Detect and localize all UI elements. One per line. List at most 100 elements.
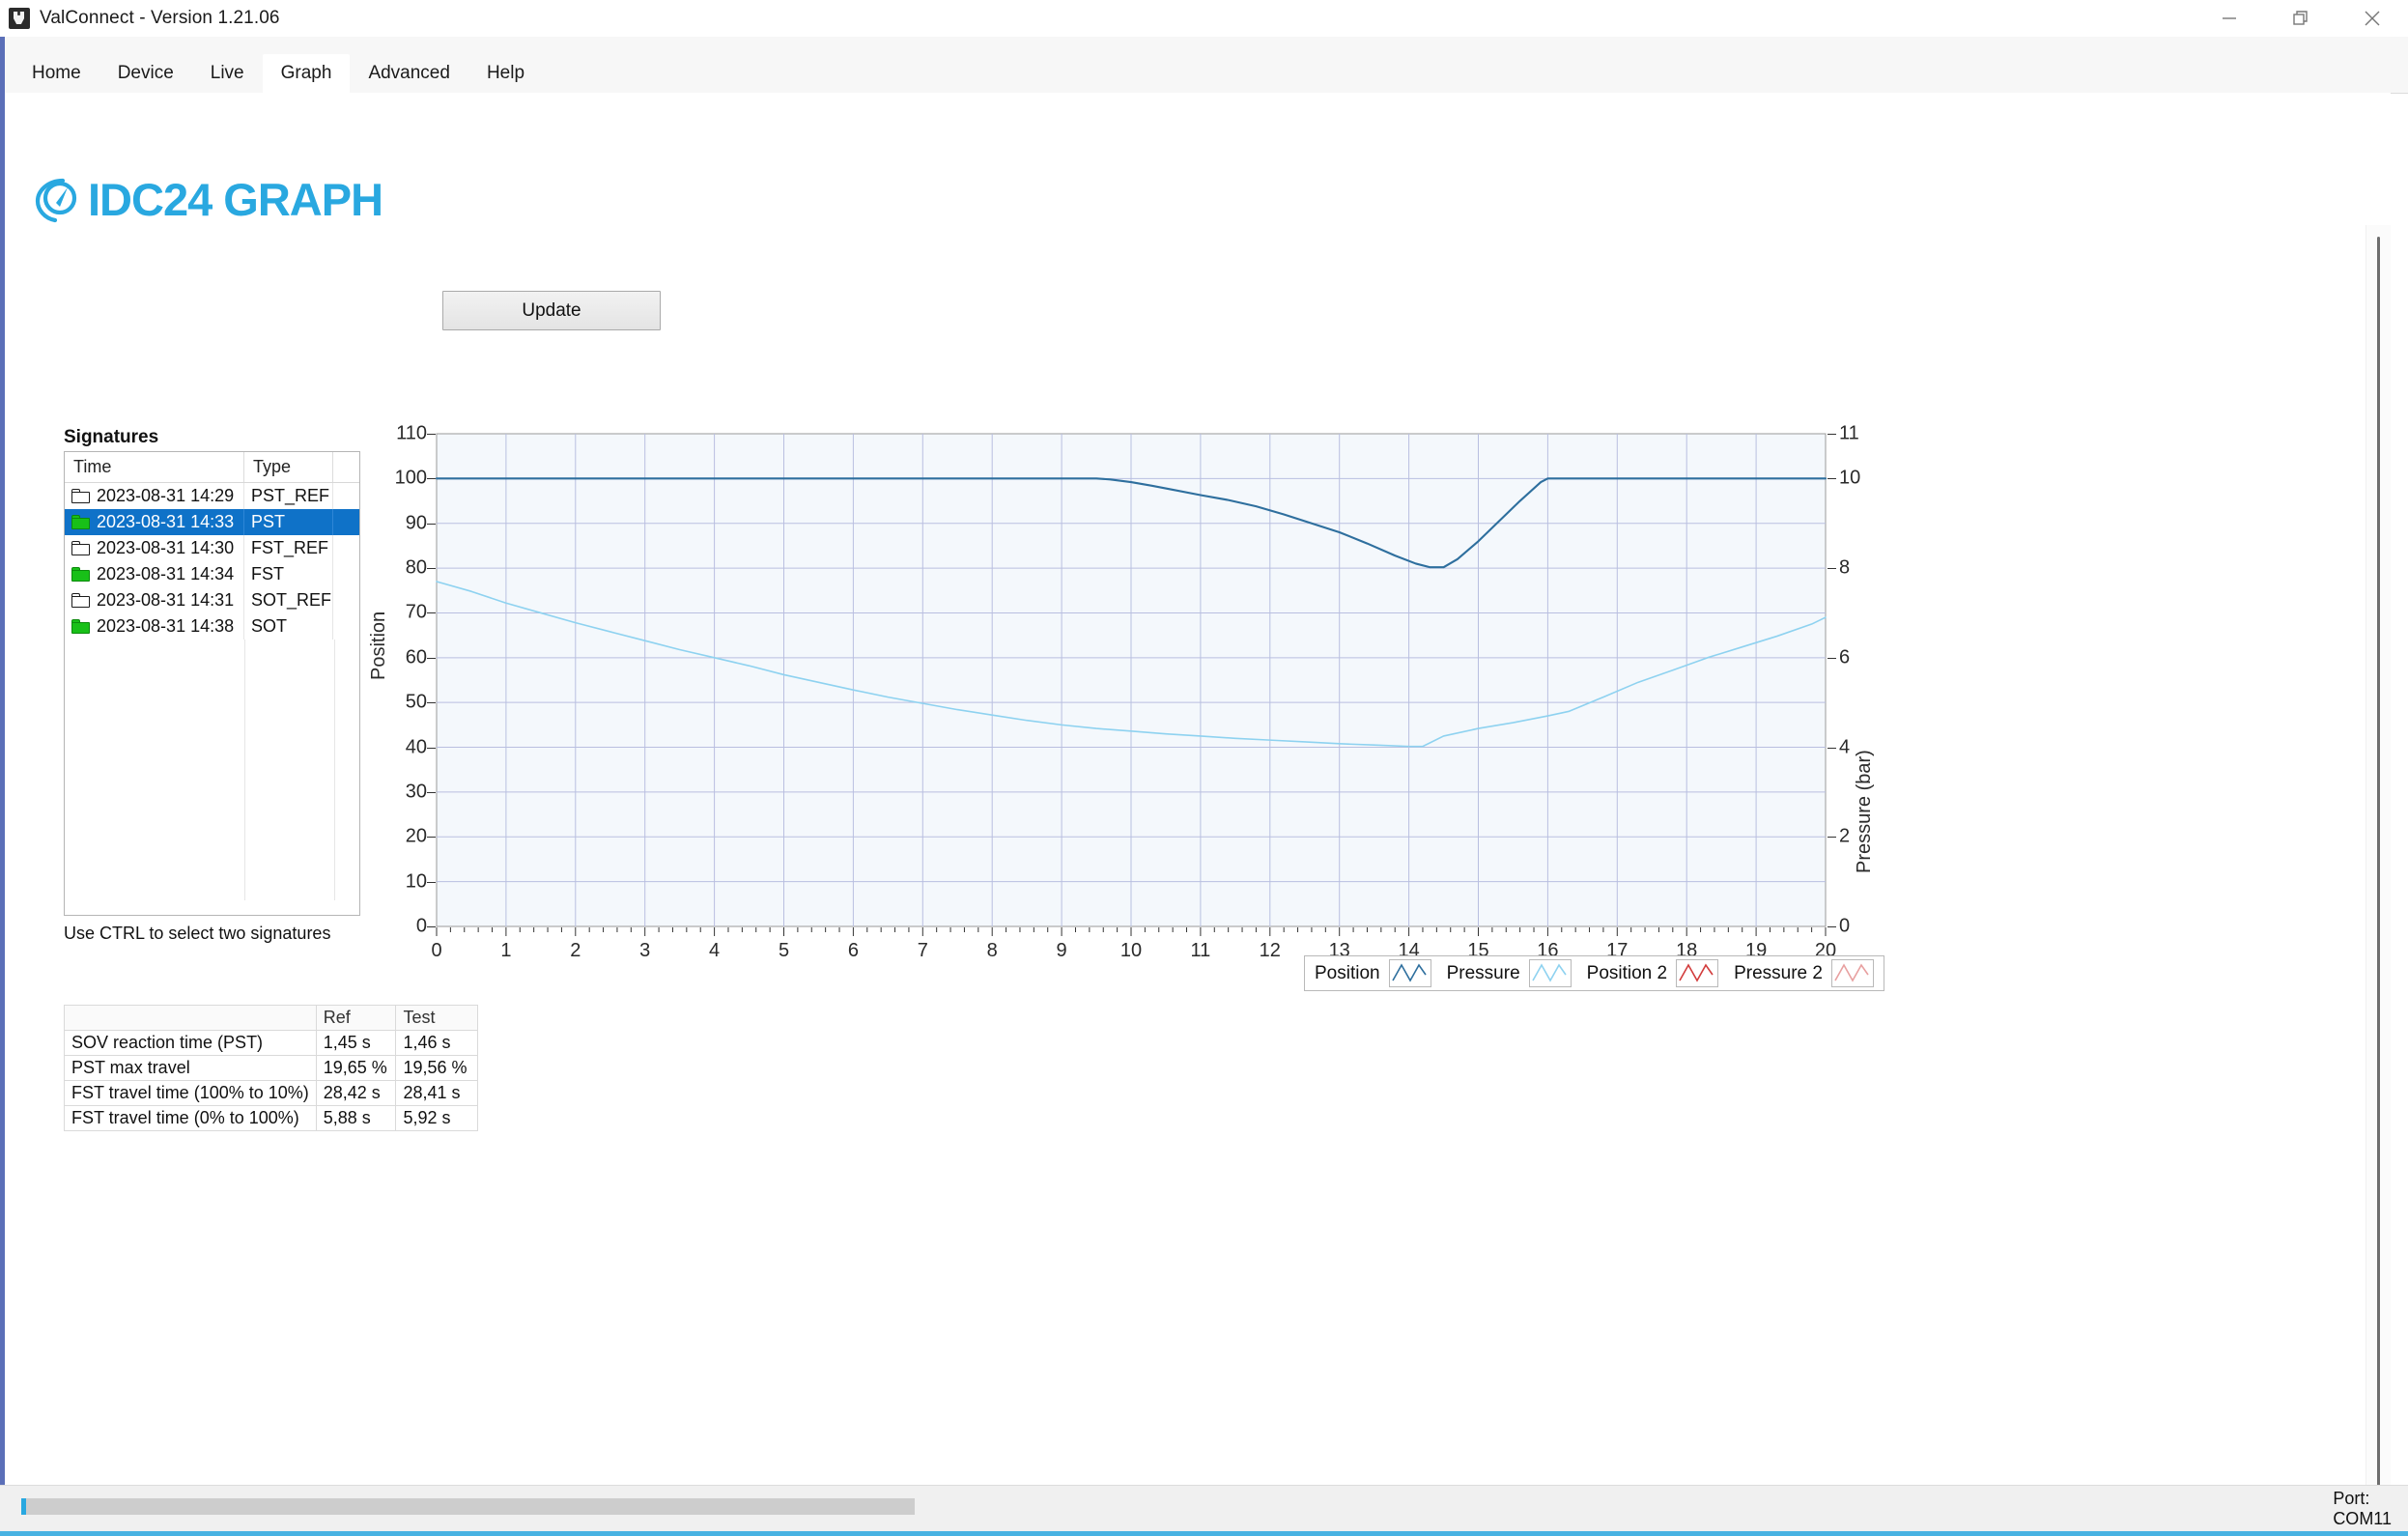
y-tick-label: 0 xyxy=(416,916,427,938)
signature-empty-row[interactable] xyxy=(65,718,359,744)
column-header-time[interactable]: Time xyxy=(65,452,244,482)
update-button[interactable]: Update xyxy=(442,291,661,330)
y-tick-label: 100 xyxy=(395,468,427,490)
y2-tick-mark xyxy=(1827,658,1836,659)
legend-label: Position xyxy=(1315,963,1380,984)
table-row: PST max travel 19,65 % 19,56 % xyxy=(65,1056,478,1081)
minimize-icon xyxy=(2219,8,2240,29)
horizontal-scrollbar[interactable] xyxy=(21,1498,2175,1515)
results-ref: 19,65 % xyxy=(316,1056,396,1081)
y-tick-label: 50 xyxy=(406,692,427,714)
signature-empty-row[interactable] xyxy=(65,822,359,848)
results-col-ref: Ref xyxy=(316,1006,396,1031)
legend-label: Position 2 xyxy=(1587,963,1667,984)
legend-item-pressure-2[interactable]: Pressure 2 xyxy=(1734,959,1874,987)
signatures-title: Signatures xyxy=(64,427,158,448)
maximize-button[interactable] xyxy=(2265,0,2337,37)
y-axis-label: Position xyxy=(368,612,390,680)
tab-device[interactable]: Device xyxy=(99,54,192,93)
y-tick-label: 40 xyxy=(406,736,427,758)
signatures-hint: Use CTRL to select two signatures xyxy=(64,924,330,944)
vertical-scrollbar[interactable] xyxy=(2366,225,2391,1486)
legend-item-position-2[interactable]: Position 2 xyxy=(1587,959,1718,987)
signature-empty-row[interactable] xyxy=(65,692,359,718)
ribbon-tabbar: Home Device Live Graph Advanced Help xyxy=(0,37,2408,94)
y-tick-mark xyxy=(427,434,436,435)
signature-type-cell: SOT_REF xyxy=(244,587,333,613)
y2-tick-label: 11 xyxy=(1839,423,1859,445)
y2-tick-label: 10 xyxy=(1839,468,1860,490)
y-tick-label: 30 xyxy=(406,781,427,803)
y-tick-label: 10 xyxy=(406,870,427,893)
y2-tick-mark xyxy=(1827,748,1836,749)
tab-live[interactable]: Live xyxy=(192,54,263,93)
folder-icon xyxy=(71,515,90,529)
x-tick-label: 12 xyxy=(1260,940,1281,962)
signature-empty-row[interactable] xyxy=(65,666,359,692)
signature-time-text: 2023-08-31 14:29 xyxy=(97,486,234,506)
tab-graph[interactable]: Graph xyxy=(263,54,351,93)
table-row: FST travel time (0% to 100%) 5,88 s 5,92… xyxy=(65,1106,478,1131)
tab-home[interactable]: Home xyxy=(14,54,99,93)
legend-label: Pressure xyxy=(1447,963,1520,984)
signature-empty-row[interactable] xyxy=(65,744,359,770)
restore-icon xyxy=(2290,8,2311,29)
x-tick-label: 6 xyxy=(848,940,859,962)
folder-icon xyxy=(71,593,90,608)
gauge-icon xyxy=(34,175,84,225)
plot-canvas[interactable] xyxy=(372,421,1917,1001)
signature-time-cell: 2023-08-31 14:29 xyxy=(65,483,244,509)
x-tick-label: 10 xyxy=(1120,940,1142,962)
signature-row-sot-1438[interactable]: 2023-08-31 14:38 SOT xyxy=(65,613,359,640)
signature-empty-row[interactable] xyxy=(65,874,359,900)
signature-empty-row[interactable] xyxy=(65,796,359,822)
results-metric: PST max travel xyxy=(65,1056,317,1081)
results-metric: FST travel time (0% to 100%) xyxy=(65,1106,317,1131)
y2-tick-mark xyxy=(1827,837,1836,838)
tab-list: Home Device Live Graph Advanced Help xyxy=(14,37,543,93)
y-tick-label: 20 xyxy=(406,826,427,848)
vertical-scrollbar-thumb[interactable] xyxy=(2377,237,2380,1486)
signature-empty-row[interactable] xyxy=(65,640,359,666)
results-test: 28,41 s xyxy=(396,1081,478,1106)
close-icon xyxy=(2362,8,2383,29)
results-ref: 1,45 s xyxy=(316,1031,396,1056)
signature-row-fst-ref-1430[interactable]: 2023-08-31 14:30 FST_REF xyxy=(65,535,359,561)
signature-row-pst-1433[interactable]: 2023-08-31 14:33 PST xyxy=(65,509,359,535)
signatures-list[interactable]: Time Type 2023-08-31 14:29 PST_REF 2023-… xyxy=(64,451,360,916)
window-bottom-accent xyxy=(0,1531,2408,1536)
signature-filler-cell xyxy=(333,535,359,561)
signature-type-cell: PST_REF xyxy=(244,483,333,509)
signature-empty-row[interactable] xyxy=(65,770,359,796)
y-tick-mark xyxy=(427,702,436,703)
minimize-button[interactable] xyxy=(2194,0,2265,37)
y-tick-label: 70 xyxy=(406,602,427,624)
y2-tick-mark xyxy=(1827,434,1836,435)
signature-time-cell: 2023-08-31 14:33 xyxy=(65,509,244,535)
results-metric: FST travel time (100% to 10%) xyxy=(65,1081,317,1106)
signature-filler-cell xyxy=(333,587,359,613)
legend-label: Pressure 2 xyxy=(1734,963,1823,984)
tab-help[interactable]: Help xyxy=(468,54,543,93)
folder-icon xyxy=(71,567,90,582)
table-row: SOV reaction time (PST) 1,45 s 1,46 s xyxy=(65,1031,478,1056)
tab-advanced[interactable]: Advanced xyxy=(350,54,468,93)
status-bar: Port: COM11 xyxy=(0,1485,2408,1536)
legend-item-pressure[interactable]: Pressure xyxy=(1447,959,1572,987)
close-button[interactable] xyxy=(2337,0,2408,37)
signature-time-text: 2023-08-31 14:30 xyxy=(97,538,234,558)
y-tick-label: 90 xyxy=(406,512,427,534)
signatures-rows: 2023-08-31 14:29 PST_REF 2023-08-31 14:3… xyxy=(65,483,359,915)
graph-chart[interactable]: Position Pressure (bar) 0102030405060708… xyxy=(372,421,1917,1001)
signature-type-cell: PST xyxy=(244,509,333,535)
horizontal-scrollbar-thumb[interactable] xyxy=(21,1498,915,1515)
logo-text: IDC24 GRAPH xyxy=(88,175,382,225)
signature-row-pst-ref-1429[interactable]: 2023-08-31 14:29 PST_REF xyxy=(65,483,359,509)
signature-row-fst-1434[interactable]: 2023-08-31 14:34 FST xyxy=(65,561,359,587)
signature-empty-row[interactable] xyxy=(65,848,359,874)
status-port-value: COM11 xyxy=(2333,1509,2392,1529)
column-header-type[interactable]: Type xyxy=(244,452,333,482)
legend-item-position[interactable]: Position xyxy=(1315,959,1431,987)
x-tick-label: 9 xyxy=(1057,940,1067,962)
signature-row-sot-ref-1431[interactable]: 2023-08-31 14:31 SOT_REF xyxy=(65,587,359,613)
